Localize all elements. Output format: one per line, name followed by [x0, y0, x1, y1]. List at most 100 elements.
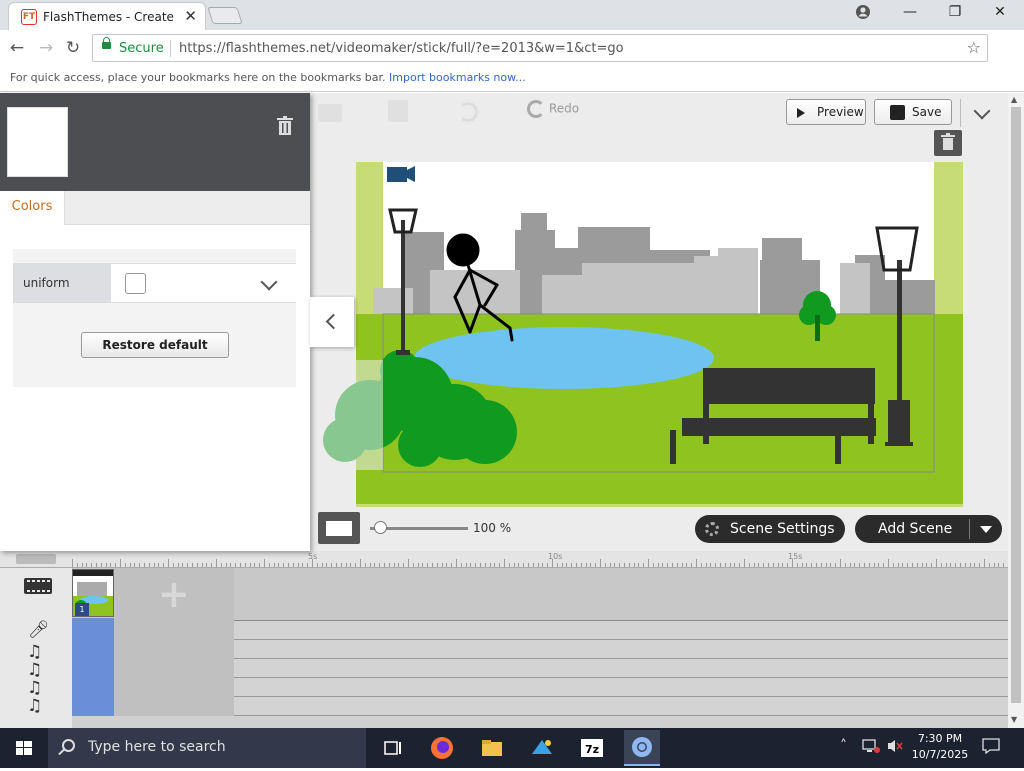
forward-button[interactable]: → — [35, 37, 57, 59]
ruler-tick — [796, 563, 798, 567]
restore-default-button[interactable]: Restore default — [81, 332, 229, 358]
ruler-tick — [528, 563, 529, 567]
reload-button[interactable]: ↻ — [62, 37, 84, 59]
color-row[interactable]: uniform — [13, 263, 296, 303]
scene-canvas[interactable] — [310, 160, 970, 510]
collapse-panel-button[interactable] — [310, 297, 354, 347]
ruler-tick — [177, 563, 179, 567]
colors-section: uniform Restore default — [13, 249, 296, 387]
ruler-tick — [513, 563, 515, 567]
start-button[interactable] — [0, 728, 48, 768]
ruler-tick — [868, 563, 870, 567]
ruler-tick — [441, 563, 443, 567]
add-scene-label: Add Scene — [878, 521, 953, 537]
zoom-slider-handle[interactable] — [373, 521, 387, 534]
ruler-tick — [782, 563, 784, 567]
file-explorer-icon[interactable] — [478, 734, 506, 762]
fit-stage-button[interactable] — [318, 512, 360, 544]
ruler-tick — [100, 563, 102, 567]
scene-duration-bar[interactable] — [72, 618, 114, 716]
scene-settings-button[interactable]: Scene Settings — [695, 515, 845, 543]
secure-label: Secure — [119, 41, 164, 56]
properties-panel: Colors uniform Restore default — [0, 93, 310, 551]
bookmark-star-icon[interactable]: ☆ — [967, 38, 981, 57]
save-label: Save — [912, 105, 942, 119]
ruler-tick — [331, 563, 333, 567]
paint-icon[interactable] — [528, 734, 556, 762]
tab-title: FlashThemes - Create — [43, 10, 174, 24]
volume-muted-icon[interactable] — [886, 738, 904, 758]
chevron-up-icon[interactable]: ˄ — [840, 738, 847, 754]
paste-icon[interactable] — [388, 100, 408, 122]
ruler-tick — [710, 563, 712, 567]
ruler-tick — [547, 563, 549, 567]
ruler-tick — [556, 563, 558, 567]
windows-logo-icon — [16, 741, 32, 755]
ruler-tick — [566, 563, 568, 567]
ruler-tick — [873, 563, 875, 567]
delete-asset-button[interactable] — [934, 130, 962, 156]
ruler-tick — [240, 563, 241, 567]
ruler-tick — [408, 559, 409, 567]
scrollbar-thumb[interactable] — [1011, 107, 1021, 703]
address-bar[interactable]: Secure https://flashthemes.net/videomake… — [92, 34, 988, 62]
redo-button[interactable]: Redo — [527, 100, 579, 118]
network-icon[interactable] — [862, 738, 880, 758]
ruler-tick — [984, 559, 985, 567]
ruler-tick — [604, 563, 606, 567]
scene-number: 1 — [75, 603, 89, 616]
system-clock[interactable]: 7:30 PM 10/7/2025 — [910, 731, 970, 763]
timeline-collapse-button[interactable] — [16, 554, 56, 564]
ruler-tick — [172, 563, 174, 567]
undo-icon[interactable] — [458, 102, 478, 122]
page-scrollbar[interactable]: ▲ ▼ — [1008, 93, 1024, 728]
notification-icon[interactable] — [982, 738, 1000, 758]
ruler-tick — [619, 563, 621, 567]
minimize-button[interactable]: — — [895, 4, 925, 24]
ruler-tick — [158, 563, 160, 567]
dropdown-arrow-icon[interactable] — [980, 526, 992, 533]
ruler-tick — [945, 563, 947, 567]
ruler-tick — [220, 563, 222, 567]
copy-icon[interactable] — [318, 104, 342, 122]
firefox-icon[interactable] — [428, 734, 456, 762]
ruler-tick — [504, 559, 505, 567]
maximize-button[interactable]: ❐ — [940, 4, 970, 24]
import-bookmarks-link[interactable]: Import bookmarks now... — [389, 71, 526, 84]
ruler-tick — [288, 563, 289, 567]
back-button[interactable]: ← — [6, 37, 28, 59]
close-window-button[interactable]: ✕ — [985, 4, 1015, 24]
redo-icon — [527, 100, 545, 118]
color-swatch[interactable] — [125, 273, 146, 294]
ruler-tick — [734, 563, 736, 567]
save-button[interactable]: Save — [874, 99, 952, 125]
ruler-label: 5s — [308, 552, 318, 561]
scroll-down-icon[interactable]: ▼ — [1011, 715, 1017, 724]
ruler-tick — [825, 563, 827, 567]
ruler-tick — [206, 563, 208, 567]
ruler-tick — [153, 563, 155, 567]
time-ruler[interactable]: 5s 10s 15s — [72, 551, 1009, 568]
new-tab-button[interactable] — [207, 7, 243, 24]
trash-icon[interactable] — [274, 115, 296, 137]
profile-icon[interactable] — [848, 4, 878, 24]
chevron-down-icon[interactable] — [260, 273, 278, 291]
7zip-icon[interactable]: 7z — [578, 734, 606, 762]
chrome-icon[interactable] — [624, 730, 660, 766]
add-scene-slot[interactable]: + — [114, 568, 234, 716]
ruler-tick — [110, 563, 112, 567]
tab-colors[interactable]: Colors — [0, 191, 65, 225]
scroll-up-icon[interactable]: ▲ — [1011, 95, 1017, 104]
ruler-tick — [912, 563, 913, 567]
close-tab-icon[interactable]: ✕ — [184, 7, 197, 25]
add-scene-button[interactable]: Add Scene — [855, 515, 1002, 543]
ruler-tick — [244, 563, 246, 567]
preview-button[interactable]: Preview — [786, 99, 866, 125]
browser-tab[interactable]: FT FlashThemes - Create ✕ — [8, 2, 206, 30]
taskbar-search[interactable]: Type here to search — [48, 728, 366, 768]
task-view-icon[interactable] — [378, 734, 406, 762]
ruler-tick — [744, 559, 745, 567]
url-text[interactable]: https://flashthemes.net/videomaker/stick… — [179, 41, 624, 56]
scene-thumbnail[interactable]: 1 — [72, 569, 114, 617]
ruler-tick — [168, 559, 169, 567]
